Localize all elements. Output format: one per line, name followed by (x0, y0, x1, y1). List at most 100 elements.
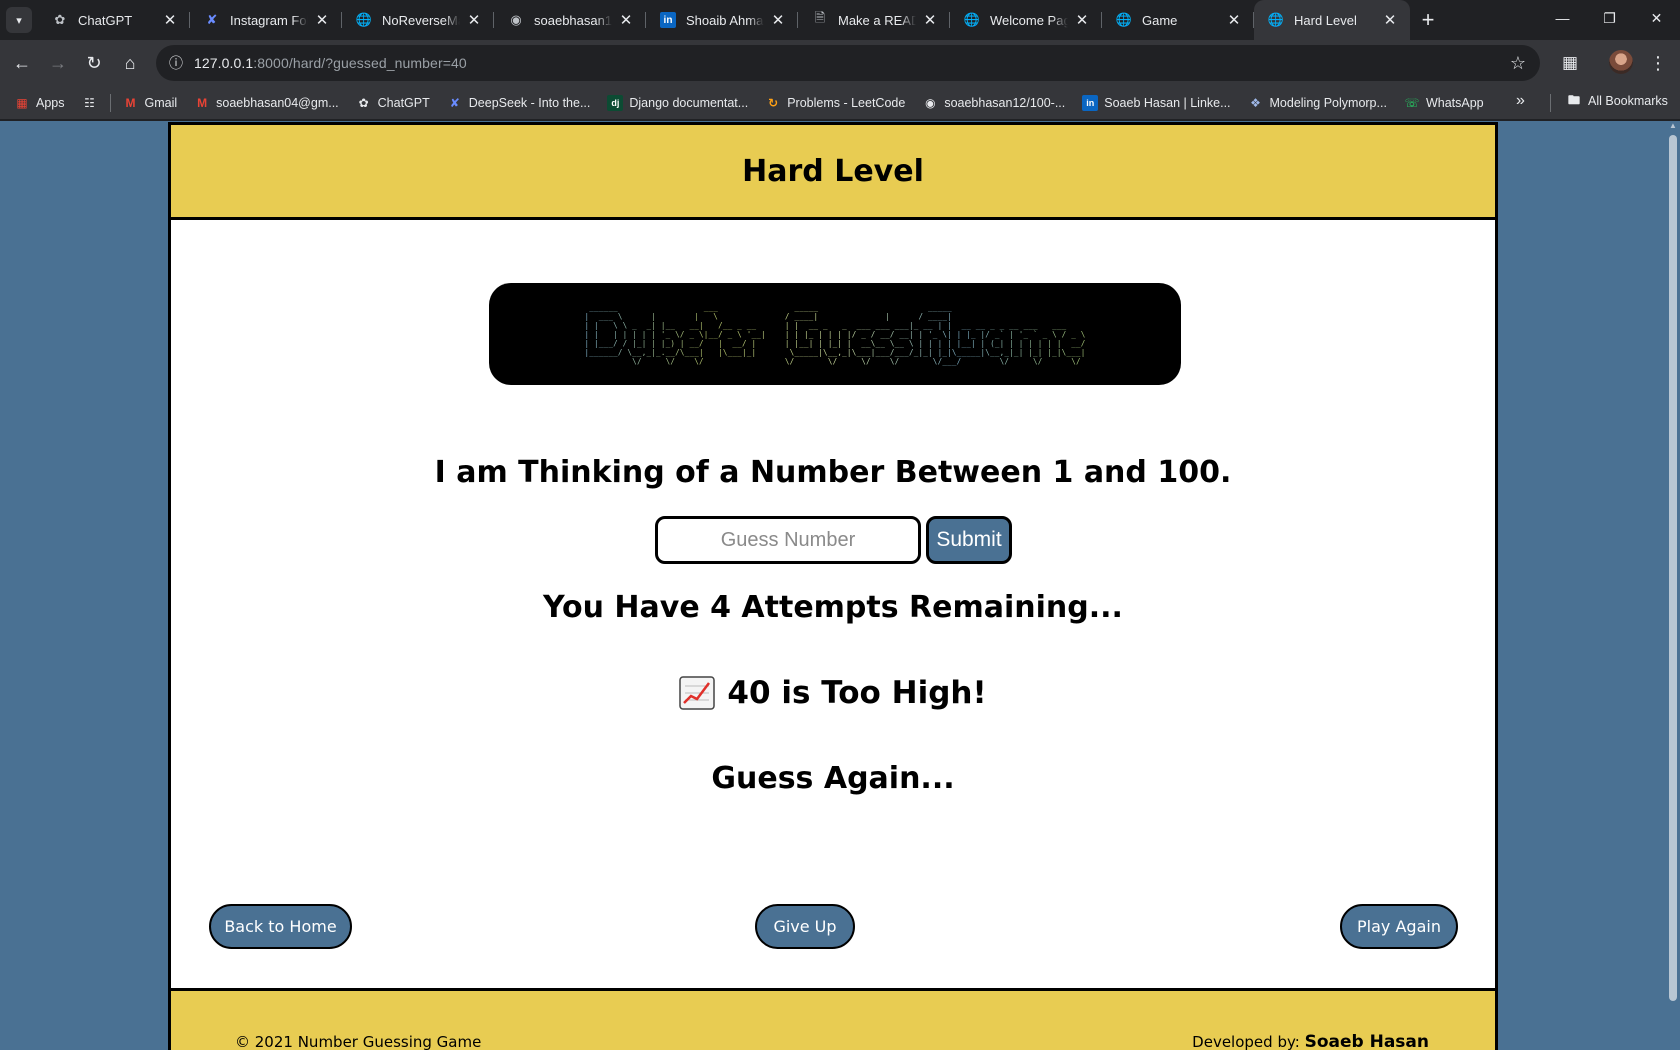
guess-form: Submit (655, 516, 1012, 564)
give-up-button[interactable]: Give Up (755, 904, 855, 949)
bookmark-leetcode[interactable]: ↻ Problems - LeetCode (765, 95, 905, 111)
close-icon[interactable]: ✕ (466, 11, 482, 29)
bookmark-label: WhatsApp (1425, 95, 1484, 110)
apps-grid-icon: ▦ (16, 95, 28, 110)
all-bookmarks-button[interactable]: 🖿 All Bookmarks (1566, 93, 1668, 109)
bookmark-gmail[interactable]: M Gmail (123, 95, 178, 111)
globe-icon: 🌐 (355, 12, 373, 27)
bookmark-label: soaebhasan04@gm... (216, 95, 339, 110)
close-icon[interactable]: ✕ (1074, 11, 1090, 29)
play-again-button[interactable]: Play Again (1340, 904, 1458, 949)
home-icon[interactable]: ⌂ (112, 45, 148, 81)
tab-strip: ▾ ✿ ChatGPT ✕ ✘ Instagram Follo ✕ 🌐 NoRe… (0, 0, 1680, 40)
new-tab-button[interactable]: + (1414, 6, 1442, 34)
tab-chatgpt[interactable]: ✿ ChatGPT ✕ (38, 0, 190, 40)
tab-welcome[interactable]: 🌐 Welcome Page f ✕ (950, 0, 1102, 40)
back-to-home-button[interactable]: Back to Home (209, 904, 352, 949)
bookmarks-bar: ▦ Apps ☷ M Gmail M soaebhasan04@gm... ✿ … (0, 86, 1680, 120)
bookmark-label: Django documentat... (629, 95, 749, 110)
bookmark-label: DeepSeek - Into the... (468, 95, 591, 110)
globe-icon: 🌐 (1115, 12, 1133, 27)
close-icon[interactable]: ✕ (1226, 11, 1242, 29)
bookmark-label: Soaeb Hasan | Linke... (1104, 95, 1231, 110)
chart-increasing-icon (679, 676, 716, 710)
bookmark-star-icon[interactable]: ☆ (1510, 53, 1526, 74)
linkedin-icon: in (1082, 94, 1099, 111)
tab-readme[interactable]: 🗎 Make a README ✕ (798, 0, 950, 40)
minimize-icon[interactable]: — (1539, 0, 1586, 36)
tab-title: Make a README (838, 12, 916, 28)
ascii-banner: ______ ___ _____ _____ | ___ \ | | \ / _… (489, 283, 1181, 385)
tab-hard-level[interactable]: 🌐 Hard Level ✕ (1254, 0, 1410, 40)
bookmark-gmail-account[interactable]: M soaebhasan04@gm... (194, 95, 339, 111)
all-bookmarks-label: All Bookmarks (1588, 94, 1668, 108)
profile-avatar[interactable] (1609, 50, 1633, 74)
python-icon: ❖ (1250, 95, 1261, 110)
github-icon: ◉ (510, 12, 522, 27)
menu-kebab-icon[interactable]: ⋮ (1645, 48, 1671, 78)
game-prompt: I am Thinking of a Number Between 1 and … (434, 455, 1232, 490)
bookmark-whatsapp[interactable]: ☏ WhatsApp (1404, 95, 1484, 111)
django-icon: dj (607, 94, 624, 111)
gmail-icon: M (125, 95, 136, 110)
tab-groups-button[interactable]: ☷ (82, 95, 104, 111)
page-scrollbar[interactable]: ▲ (1666, 121, 1680, 1050)
guess-number-input[interactable] (655, 516, 921, 564)
restore-icon[interactable]: ❐ (1586, 0, 1633, 36)
bookmark-github[interactable]: ◉ soaebhasan12/100-... (922, 95, 1065, 111)
bookmark-chatgpt[interactable]: ✿ ChatGPT (356, 95, 430, 111)
close-icon[interactable]: ✕ (162, 11, 178, 29)
tab-search-button[interactable]: ▾ (6, 7, 32, 33)
deepseek-icon: ✘ (206, 12, 218, 27)
attempts-remaining: You Have 4 Attempts Remaining... (543, 590, 1123, 625)
globe-icon: 🌐 (1267, 12, 1285, 27)
extensions-icon[interactable]: ▦ (1555, 48, 1585, 78)
globe-icon: 🌐 (963, 12, 981, 27)
submit-button[interactable]: Submit (926, 516, 1012, 564)
gmail-icon: M (197, 95, 208, 110)
leetcode-icon: ↻ (768, 95, 779, 110)
result-text: 40 is Too High! (727, 675, 987, 711)
close-icon[interactable]: ✕ (770, 11, 786, 29)
close-icon[interactable]: ✕ (314, 11, 330, 29)
tab-linkedin[interactable]: in Shoaib Ahmad | ✕ (646, 0, 798, 40)
bookmark-apps[interactable]: ▦ Apps (14, 95, 65, 111)
back-arrow-icon[interactable]: ← (4, 45, 40, 81)
close-icon[interactable]: ✕ (922, 11, 938, 29)
close-icon[interactable]: ✕ (1382, 11, 1398, 29)
tab-game[interactable]: 🌐 Game ✕ (1102, 0, 1254, 40)
bookmark-label: Apps (36, 95, 65, 110)
bookmark-django[interactable]: dj Django documentat... (607, 94, 749, 111)
openai-icon: ✿ (358, 95, 369, 110)
scroll-thumb[interactable] (1669, 135, 1677, 1001)
tab-noreversematch[interactable]: 🌐 NoReverseMatch ✕ (342, 0, 494, 40)
site-info-icon[interactable]: ⓘ (158, 53, 194, 73)
tab-instagram[interactable]: ✘ Instagram Follo ✕ (190, 0, 342, 40)
page-title: Hard Level (742, 153, 924, 189)
scroll-up-arrow-icon[interactable]: ▲ (1668, 121, 1678, 131)
bookmark-label: soaebhasan12/100-... (944, 95, 1066, 110)
deepseek-icon: ✘ (449, 95, 460, 110)
linkedin-icon: in (660, 12, 676, 28)
guess-result: 40 is Too High! (171, 675, 1495, 711)
tab-title: ChatGPT (78, 12, 133, 28)
address-bar[interactable]: ⓘ 127.0.0.1:8000/hard/?guessed_number=40… (156, 45, 1540, 81)
reload-icon[interactable]: ↻ (76, 45, 112, 81)
bookmark-python[interactable]: ❖ Modeling Polymorp... (1248, 95, 1387, 111)
game-card: Hard Level ______ ___ _____ _____ | ___ … (168, 122, 1498, 1050)
developer-credit: Developed by: Soaeb Hasan (1192, 1032, 1429, 1050)
bookmark-deepseek[interactable]: ✘ DeepSeek - Into the... (447, 95, 591, 111)
chevron-double-right-icon[interactable]: » (1516, 92, 1525, 110)
tab-title: Instagram Follo (230, 12, 308, 28)
window-controls: — ❐ ✕ (1539, 0, 1680, 36)
bookmark-label: ChatGPT (377, 95, 430, 110)
browser-toolbar: ← → ↻ ⌂ ⓘ 127.0.0.1:8000/hard/?guessed_n… (0, 40, 1680, 86)
openai-icon: ✿ (54, 12, 66, 27)
close-window-icon[interactable]: ✕ (1633, 0, 1680, 36)
divider (109, 93, 111, 112)
bookmark-linkedin[interactable]: in Soaeb Hasan | Linke... (1082, 94, 1231, 111)
close-icon[interactable]: ✕ (618, 11, 634, 29)
tab-github[interactable]: ◉ soaebhasan12/N ✕ (494, 0, 646, 40)
forward-arrow-icon[interactable]: → (40, 45, 76, 81)
tab-title: soaebhasan12/N (534, 12, 612, 28)
